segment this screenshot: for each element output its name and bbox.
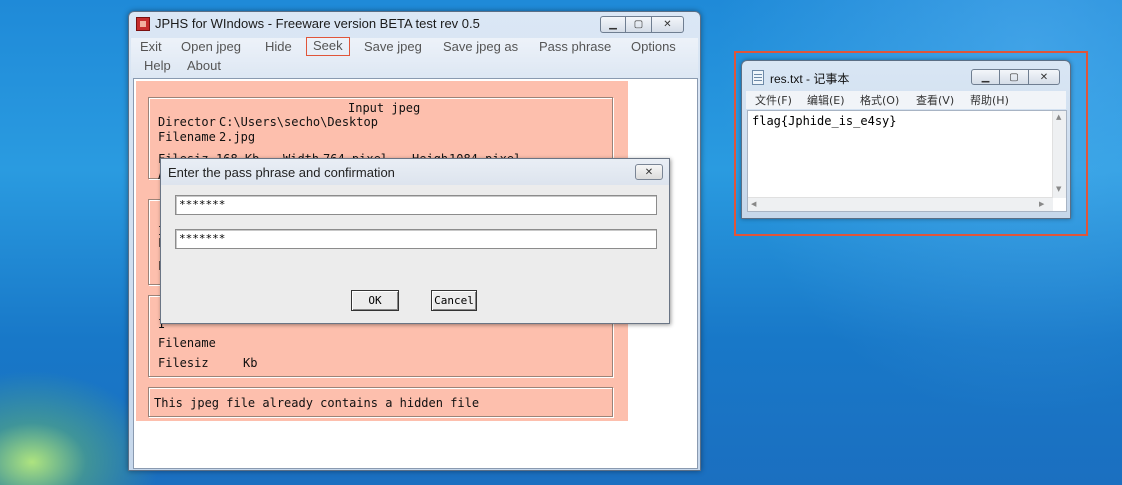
- status-message: This jpeg file already contains a hidden…: [154, 396, 480, 410]
- pass-phrase-input[interactable]: *******: [175, 195, 657, 215]
- minimize-button[interactable]: ▁: [600, 16, 626, 33]
- close-icon: ✕: [644, 166, 654, 178]
- menu-options[interactable]: Options: [631, 39, 676, 54]
- dialog-close-button[interactable]: ✕: [635, 164, 663, 180]
- scroll-left-icon[interactable]: ◀: [751, 200, 756, 208]
- notepad-icon: [752, 70, 764, 85]
- minimize-icon: ▁: [981, 71, 990, 83]
- filename-value: 2.jpg: [219, 130, 256, 144]
- menu-about[interactable]: About: [187, 58, 221, 73]
- directory-value: C:\Users\secho\Desktop: [219, 115, 378, 129]
- notepad-menu-file[interactable]: 文件(F): [755, 92, 792, 108]
- close-icon: ✕: [1039, 71, 1049, 83]
- notepad-menu-format[interactable]: 格式(O): [860, 92, 899, 108]
- notepad-menu-view[interactable]: 查看(V): [916, 92, 954, 108]
- menu-open-jpeg[interactable]: Open jpeg: [181, 39, 241, 54]
- notepad-title: res.txt - 记事本: [770, 72, 850, 86]
- menu-save-jpeg[interactable]: Save jpeg: [364, 39, 422, 54]
- dialog-title: Enter the pass phrase and confirmation: [168, 165, 395, 180]
- notepad-minimize-button[interactable]: ▁: [971, 69, 1000, 85]
- maximize-icon: ▢: [1009, 71, 1019, 83]
- notepad-vertical-scrollbar[interactable]: ▲ ▼: [1052, 111, 1066, 198]
- close-button[interactable]: ✕: [652, 16, 684, 33]
- notepad-window: res.txt - 记事本 ▁ ▢ ✕ 文件(F) 编辑(E) 格式(O) 查看…: [741, 60, 1071, 219]
- menu-help[interactable]: Help: [144, 58, 171, 73]
- output-filesize-unit: Kb: [243, 356, 258, 370]
- notepad-text-area[interactable]: flag{Jphide_is_e4sy} ▲ ▼ ◀ ▶: [747, 110, 1067, 212]
- jphs-title: JPHS for WIndows - Freeware version BETA…: [155, 16, 480, 31]
- pass-phrase-dialog: Enter the pass phrase and confirmation ✕…: [160, 158, 670, 324]
- output-filesize-label: Filesiz: [158, 356, 209, 370]
- notepad-horizontal-scrollbar[interactable]: ◀ ▶: [748, 197, 1053, 211]
- cancel-button[interactable]: Cancel: [431, 290, 477, 311]
- maximize-icon: ▢: [633, 19, 644, 30]
- notepad-menu-help[interactable]: 帮助(H): [970, 92, 1009, 108]
- maximize-button[interactable]: ▢: [626, 16, 652, 33]
- notepad-maximize-button[interactable]: ▢: [1000, 69, 1029, 85]
- notepad-close-button[interactable]: ✕: [1029, 69, 1060, 85]
- notepad-menu-edit[interactable]: 编辑(E): [807, 92, 845, 108]
- scroll-down-icon[interactable]: ▼: [1056, 185, 1061, 193]
- notepad-content: flag{Jphide_is_e4sy}: [752, 114, 897, 128]
- minimize-icon: ▁: [609, 19, 617, 30]
- output-filename-label: Filename: [158, 336, 216, 350]
- menu-hide[interactable]: Hide: [265, 39, 292, 54]
- filename-label: Filename: [158, 130, 216, 144]
- jphs-menubar: Exit Open jpeg Hide Seek Save jpeg Save …: [131, 37, 698, 78]
- notepad-menubar: 文件(F) 编辑(E) 格式(O) 查看(V) 帮助(H): [746, 91, 1066, 109]
- menu-seek[interactable]: Seek: [306, 37, 350, 56]
- menu-save-jpeg-as[interactable]: Save jpeg as: [443, 39, 518, 54]
- input-jpeg-heading: Input jpeg: [348, 101, 421, 115]
- jphs-app-icon: [136, 17, 150, 31]
- close-icon: ✕: [663, 19, 672, 30]
- jphs-titlebar[interactable]: JPHS for WIndows - Freeware version BETA…: [129, 12, 700, 38]
- menu-pass-phrase[interactable]: Pass phrase: [539, 39, 611, 54]
- dialog-titlebar[interactable]: Enter the pass phrase and confirmation ✕: [161, 159, 669, 185]
- ok-button[interactable]: OK: [351, 290, 399, 311]
- pass-phrase-confirm-input[interactable]: *******: [175, 229, 657, 249]
- menu-exit[interactable]: Exit: [140, 39, 162, 54]
- scroll-up-icon[interactable]: ▲: [1056, 113, 1061, 121]
- status-group: This jpeg file already contains a hidden…: [148, 387, 613, 417]
- directory-label: Director: [158, 115, 216, 129]
- scroll-right-icon[interactable]: ▶: [1039, 200, 1044, 208]
